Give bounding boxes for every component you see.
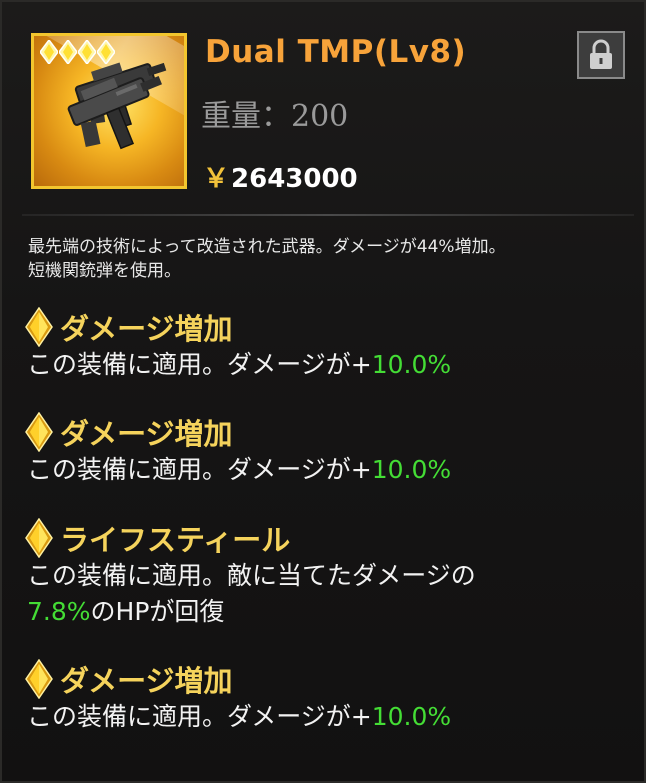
effect-value: 10.0% xyxy=(371,455,452,484)
diamond-gem-icon xyxy=(25,412,53,452)
effect-name: ライフスティール xyxy=(60,523,291,557)
effect-description: この装備に適用。ダメージが+10.0% xyxy=(27,455,452,484)
effect-value: 10.0% xyxy=(371,702,452,731)
effect-name: ダメージ増加 xyxy=(60,312,233,346)
effect-description: この装備に適用。敵に当てたダメージの 7.8%のHPが回復 xyxy=(27,561,476,626)
effect-item: ダメージ増加 この装備に適用。ダメージが+10.0% xyxy=(24,659,634,735)
item-price: ￥2643000 xyxy=(203,158,358,195)
effect-description: この装備に適用。ダメージが+10.0% xyxy=(27,350,452,379)
effect-name: ダメージ増加 xyxy=(60,417,233,451)
description-line: 最先端の技術によって改造された武器。ダメージが44%増加。 xyxy=(28,237,506,257)
dual-smg-icon xyxy=(67,62,167,150)
diamond-gem-icon xyxy=(25,659,53,699)
item-description: 最先端の技術によって改造された武器。ダメージが44%増加。 短機関銃弾を使用。 xyxy=(28,235,628,283)
effect-value: 7.8% xyxy=(27,597,91,626)
lock-icon xyxy=(590,39,612,69)
item-tooltip-panel: Dual TMP(Lv8) 重量：200 ￥2643000 最先端の技術によって… xyxy=(0,0,646,783)
effect-item: ライフスティール この装備に適用。敵に当てたダメージの 7.8%のHPが回復 xyxy=(24,518,634,630)
diamond-gem-icon xyxy=(25,307,53,347)
lock-button[interactable] xyxy=(577,31,625,79)
diamond-gem-icon xyxy=(25,518,53,558)
item-weight: 重量：200 xyxy=(201,99,349,134)
yen-icon: ￥ xyxy=(203,164,230,194)
effect-item: ダメージ増加 この装備に適用。ダメージが+10.0% xyxy=(24,412,634,488)
divider xyxy=(22,214,634,216)
effect-name: ダメージ増加 xyxy=(60,664,233,698)
effect-item: ダメージ増加 この装備に適用。ダメージが+10.0% xyxy=(24,307,634,383)
effect-description: この装備に適用。ダメージが+10.0% xyxy=(27,702,452,731)
description-line: 短機関銃弾を使用。 xyxy=(28,261,181,281)
item-image xyxy=(31,33,187,189)
item-name: Dual TMP(Lv8) xyxy=(205,34,467,70)
price-value: 2643000 xyxy=(231,164,358,194)
effect-value: 10.0% xyxy=(371,350,452,379)
